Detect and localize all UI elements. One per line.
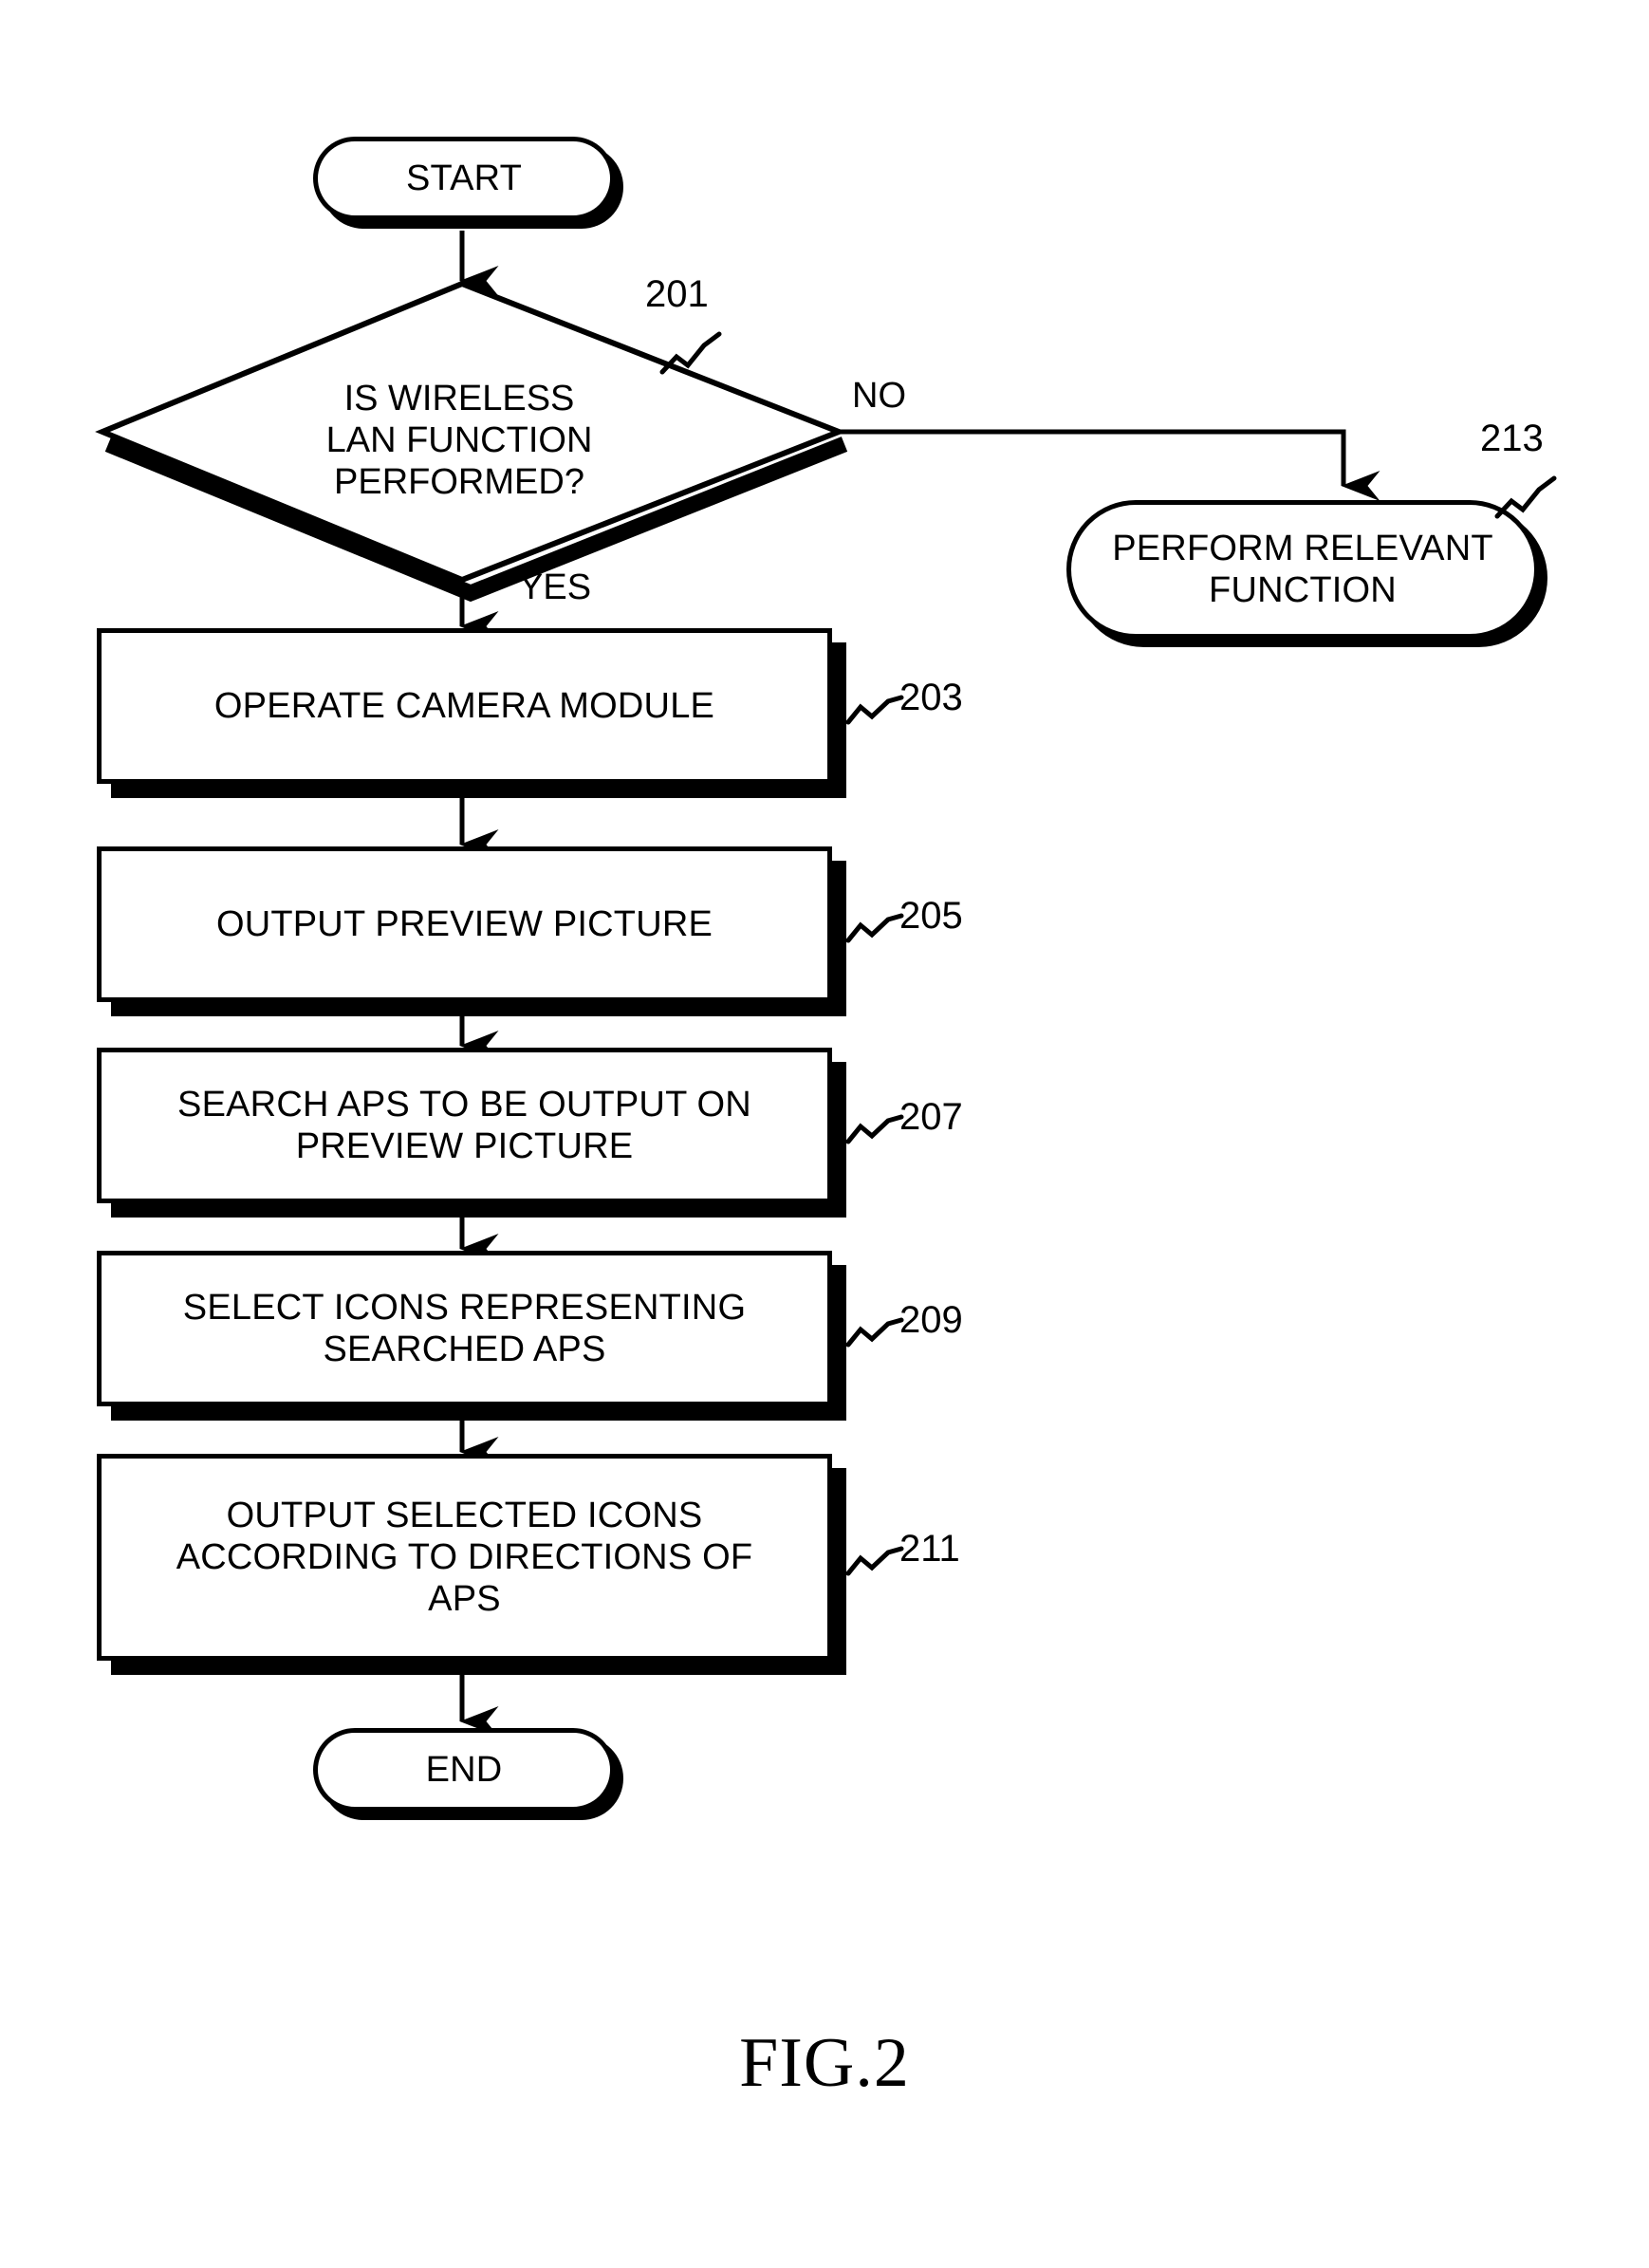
ref-number-211: 211 bbox=[899, 1528, 960, 1570]
perform-relevant-terminal: PERFORM RELEVANT FUNCTION bbox=[1066, 500, 1539, 639]
start-terminal-label: START bbox=[405, 158, 523, 198]
process-205: OUTPUT PREVIEW PICTURE bbox=[97, 846, 832, 1002]
ref-number-205: 205 bbox=[899, 895, 963, 937]
ref-number-203: 203 bbox=[899, 677, 963, 718]
end-terminal-label: END bbox=[425, 1749, 503, 1790]
process-203: OPERATE CAMERA MODULE bbox=[97, 628, 832, 784]
ref-leader-213 bbox=[1494, 475, 1557, 519]
process-211-label: OUTPUT SELECTED ICONS ACCORDING TO DIREC… bbox=[176, 1495, 753, 1620]
branch-label-yes: YES bbox=[519, 567, 592, 607]
process-211: OUTPUT SELECTED ICONS ACCORDING TO DIREC… bbox=[97, 1454, 832, 1661]
ref-leader-201 bbox=[659, 331, 722, 375]
ref-number-209: 209 bbox=[899, 1299, 963, 1341]
figure-canvas: START IS WIRELESS LAN FUNCTION PERFORMED… bbox=[0, 0, 1649, 2268]
end-terminal: END bbox=[313, 1728, 615, 1812]
process-203-label: OPERATE CAMERA MODULE bbox=[213, 685, 715, 726]
ref-number-213: 213 bbox=[1480, 418, 1544, 459]
perform-relevant-terminal-label: PERFORM RELEVANT FUNCTION bbox=[1112, 528, 1493, 610]
connector-decision-no-to-213 bbox=[839, 429, 1380, 501]
branch-label-no: NO bbox=[852, 376, 906, 416]
process-209: SELECT ICONS REPRESENTING SEARCHED APS bbox=[97, 1251, 832, 1406]
process-207-label: SEARCH APS TO BE OUTPUT ON PREVIEW PICTU… bbox=[177, 1084, 751, 1166]
start-terminal: START bbox=[313, 137, 615, 220]
ref-number-201: 201 bbox=[645, 273, 709, 315]
process-207: SEARCH APS TO BE OUTPUT ON PREVIEW PICTU… bbox=[97, 1048, 832, 1203]
process-205-label: OUTPUT PREVIEW PICTURE bbox=[215, 903, 713, 944]
process-209-label: SELECT ICONS REPRESENTING SEARCHED APS bbox=[182, 1287, 747, 1369]
figure-caption: FIG.2 bbox=[739, 2024, 910, 2102]
ref-number-207: 207 bbox=[899, 1096, 963, 1138]
